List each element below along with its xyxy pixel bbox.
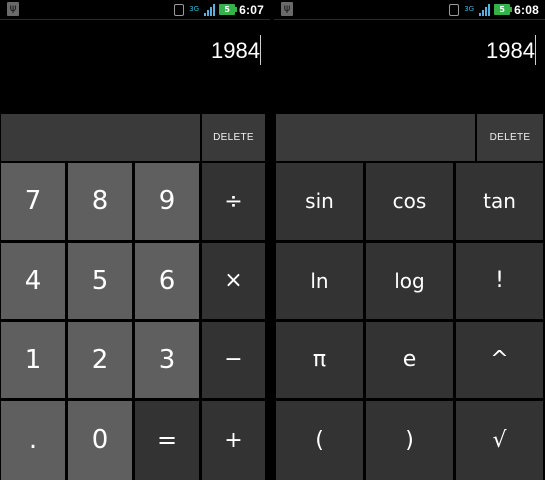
vibrate-icon xyxy=(174,3,185,16)
network-type: 3G xyxy=(189,5,200,13)
text-cursor xyxy=(535,35,536,65)
usb-debug-icon: ψ xyxy=(7,2,19,16)
key-tan[interactable]: tan xyxy=(456,163,543,240)
key-pi[interactable]: π xyxy=(276,322,363,398)
key-2[interactable]: 2 xyxy=(68,322,132,398)
expression-input[interactable]: 1984 xyxy=(486,38,535,64)
key-cos[interactable]: cos xyxy=(366,163,453,240)
history-panel xyxy=(276,114,475,161)
key-power[interactable]: ^ xyxy=(456,322,543,398)
delete-button[interactable]: DELETE xyxy=(477,114,543,161)
key-ln[interactable]: ln xyxy=(276,243,363,319)
display-panel xyxy=(274,20,545,113)
signal-icon xyxy=(479,3,491,16)
key-factorial[interactable]: ! xyxy=(456,243,543,319)
key-divide[interactable]: ÷ xyxy=(202,163,265,240)
key-plus[interactable]: + xyxy=(202,401,265,480)
key-8[interactable]: 8 xyxy=(68,163,132,240)
key-3[interactable]: 3 xyxy=(135,322,199,398)
basic-calculator-screen: ψ 3G 5 6:07 1984 DELETE 7 8 9 ÷ 4 5 6 × … xyxy=(0,0,270,480)
status-bar: ψ 3G 5 6:07 xyxy=(0,0,270,20)
delete-button[interactable]: DELETE xyxy=(202,114,265,161)
key-1[interactable]: 1 xyxy=(1,322,65,398)
key-sqrt[interactable]: √ xyxy=(456,401,543,480)
key-equals[interactable]: = xyxy=(135,401,199,480)
key-4[interactable]: 4 xyxy=(1,243,65,319)
key-7[interactable]: 7 xyxy=(1,163,65,240)
network-type: 3G xyxy=(464,5,475,13)
usb-debug-icon: ψ xyxy=(281,2,293,16)
history-panel xyxy=(1,114,200,161)
vibrate-icon xyxy=(449,3,460,16)
key-close-paren[interactable]: ) xyxy=(366,401,453,480)
status-clock: 6:07 xyxy=(239,2,264,17)
signal-icon xyxy=(204,3,216,16)
text-cursor xyxy=(260,35,261,65)
battery-icon: 5 xyxy=(494,4,513,15)
expression-input[interactable]: 1984 xyxy=(211,38,260,64)
key-0[interactable]: 0 xyxy=(68,401,132,480)
battery-icon: 5 xyxy=(219,4,238,15)
display-panel xyxy=(0,20,270,113)
key-multiply[interactable]: × xyxy=(202,243,265,319)
key-log[interactable]: log xyxy=(366,243,453,319)
key-open-paren[interactable]: ( xyxy=(276,401,363,480)
status-bar: ψ 3G 5 6:08 xyxy=(274,0,545,20)
status-clock: 6:08 xyxy=(514,2,539,17)
key-decimal[interactable]: . xyxy=(1,401,65,480)
key-sin[interactable]: sin xyxy=(276,163,363,240)
key-e[interactable]: e xyxy=(366,322,453,398)
key-6[interactable]: 6 xyxy=(135,243,199,319)
key-5[interactable]: 5 xyxy=(68,243,132,319)
key-minus[interactable]: − xyxy=(202,322,265,398)
advanced-calculator-screen: ψ 3G 5 6:08 1984 DELETE sin cos tan ln l… xyxy=(274,0,545,480)
key-9[interactable]: 9 xyxy=(135,163,199,240)
